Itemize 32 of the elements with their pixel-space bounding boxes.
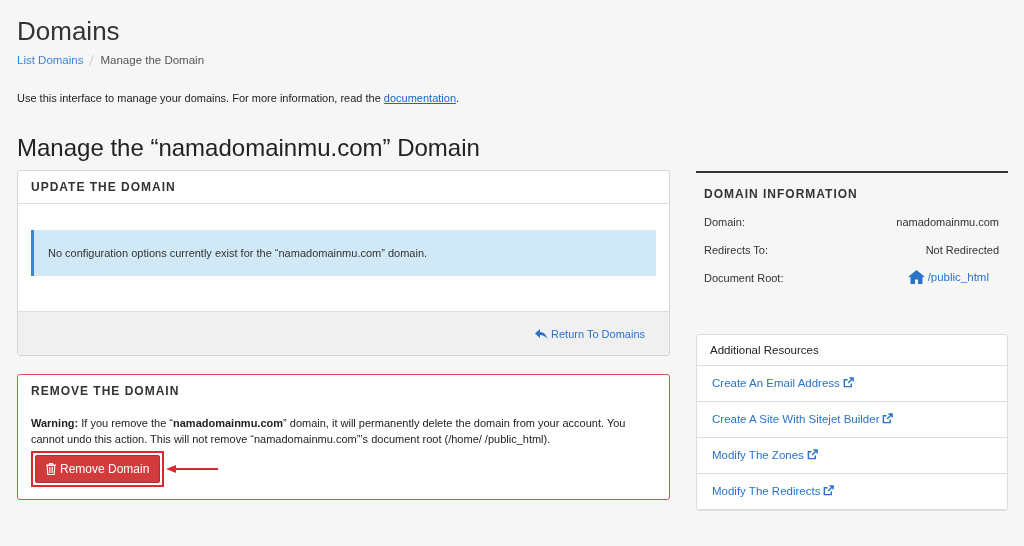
section-heading: Manage the “namadomainmu.com” Domain	[17, 134, 480, 162]
panel-title: UPDATE THE DOMAIN	[31, 180, 176, 194]
panel-title: Additional Resources	[710, 344, 819, 356]
intro-text: Use this interface to manage your domains. For more information, read the documentation.	[17, 92, 461, 104]
resource-link[interactable]: Create An Email Address	[712, 377, 840, 389]
panel-title: DOMAIN INFORMATION	[704, 187, 858, 201]
info-value: namadomainmu.com	[896, 216, 999, 228]
info-label: Document Root:	[704, 272, 784, 284]
info-value: Not Redirected	[925, 244, 999, 256]
return-link[interactable]: Return To Domains	[535, 328, 645, 340]
page-title: Domains	[17, 16, 120, 46]
external-link-icon	[823, 485, 835, 496]
trash-icon	[46, 463, 56, 475]
resource-link[interactable]: Modify The Redirects	[712, 485, 821, 497]
reply-arrow-icon	[535, 328, 548, 340]
resource-link[interactable]: Create A Site With Sitejet Builder	[712, 413, 880, 425]
documentation-link[interactable]: documentation	[383, 92, 456, 104]
document-root-link[interactable]: /public_html	[907, 270, 989, 284]
remove-domain-button[interactable]: Remove Domain	[35, 455, 161, 483]
pointer-arrow	[166, 465, 219, 473]
warning-text: Warning: If you remove the “namadomainmu.com” domain, it will permanently delete the domain from your account. You cannot undo this action. This will not remove “namadomainmu.com”’s document root (/home/ /public_html).	[31, 416, 627, 447]
external-link-icon	[882, 413, 894, 424]
info-notice: No configuration options currently exist for the “namadomainmu.com” domain.	[31, 230, 656, 276]
external-link-icon	[842, 377, 854, 388]
panel-title: REMOVE THE DOMAIN	[31, 384, 180, 398]
info-label: Redirects To:	[704, 244, 768, 256]
external-link-icon	[806, 449, 818, 460]
home-icon	[907, 270, 925, 284]
resource-link[interactable]: Modify The Zones	[712, 449, 804, 461]
breadcrumb-link[interactable]: List Domains	[17, 54, 84, 66]
info-label: Domain:	[704, 216, 745, 228]
breadcrumb-current: Manage the Domain	[100, 54, 205, 66]
